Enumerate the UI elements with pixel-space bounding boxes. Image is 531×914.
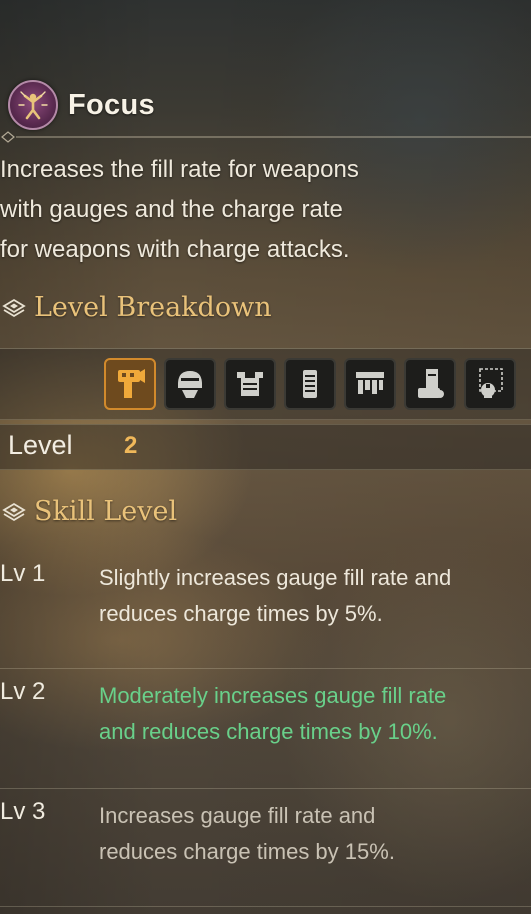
- row-divider: [0, 668, 531, 669]
- row-divider: [0, 788, 531, 789]
- description-line: for weapons with charge attacks.: [0, 236, 350, 263]
- weapon-icon: [118, 369, 145, 398]
- chest-armor-icon: [237, 372, 263, 396]
- focus-skill-icon: [8, 80, 58, 130]
- skill-description: Increases the fill rate for weapons with…: [0, 150, 470, 270]
- talisman-slot[interactable]: [464, 358, 516, 410]
- chest-slot[interactable]: [224, 358, 276, 410]
- layers-icon: [2, 298, 26, 317]
- description-line: reduces charge times by 15%.: [99, 839, 395, 864]
- description-line: reduces charge times by 5%.: [99, 601, 383, 626]
- level-breakdown-heading: Level Breakdown: [0, 292, 272, 323]
- leg-armor-icon: [418, 369, 444, 398]
- equipment-slots: [104, 358, 516, 410]
- level-label: Level: [8, 430, 73, 460]
- arm-armor-icon: [303, 370, 317, 398]
- description-line: Moderately increases gauge fill rate: [99, 683, 447, 708]
- layers-icon: [2, 502, 26, 521]
- level-description: Increases gauge fill rate and reduces ch…: [99, 798, 519, 870]
- skill-header: Focus: [8, 80, 155, 130]
- waist-armor-icon: [356, 372, 384, 394]
- waist-slot[interactable]: [344, 358, 396, 410]
- skill-level-heading: Skill Level: [0, 496, 177, 527]
- header-divider: [1, 131, 531, 143]
- description-line: Increases gauge fill rate and: [99, 803, 376, 828]
- row-divider: [0, 906, 531, 907]
- description-line: Slightly increases gauge fill rate and: [99, 565, 452, 590]
- section-title: Level Breakdown: [34, 292, 272, 323]
- description-line: and reduces charge times by 10%.: [99, 719, 438, 744]
- level-number: Lv 3: [0, 798, 46, 825]
- description-line: with gauges and the charge rate: [0, 196, 343, 223]
- arms-slot[interactable]: [284, 358, 336, 410]
- level-description: Slightly increases gauge fill rate and r…: [99, 560, 519, 632]
- level-number: Lv 1: [0, 560, 46, 587]
- skill-title: Focus: [68, 88, 155, 121]
- section-title: Skill Level: [34, 496, 178, 527]
- level-number: Lv 2: [0, 678, 46, 705]
- weapon-slot[interactable]: [104, 358, 156, 410]
- talisman-icon: [479, 368, 503, 398]
- level-value: 2: [124, 432, 138, 459]
- legs-slot[interactable]: [404, 358, 456, 410]
- helm-icon: [178, 371, 202, 398]
- description-line: Increases the fill rate for weapons: [0, 156, 359, 183]
- helm-slot[interactable]: [164, 358, 216, 410]
- level-row: [0, 424, 531, 470]
- level-description: Moderately increases gauge fill rate and…: [99, 678, 519, 750]
